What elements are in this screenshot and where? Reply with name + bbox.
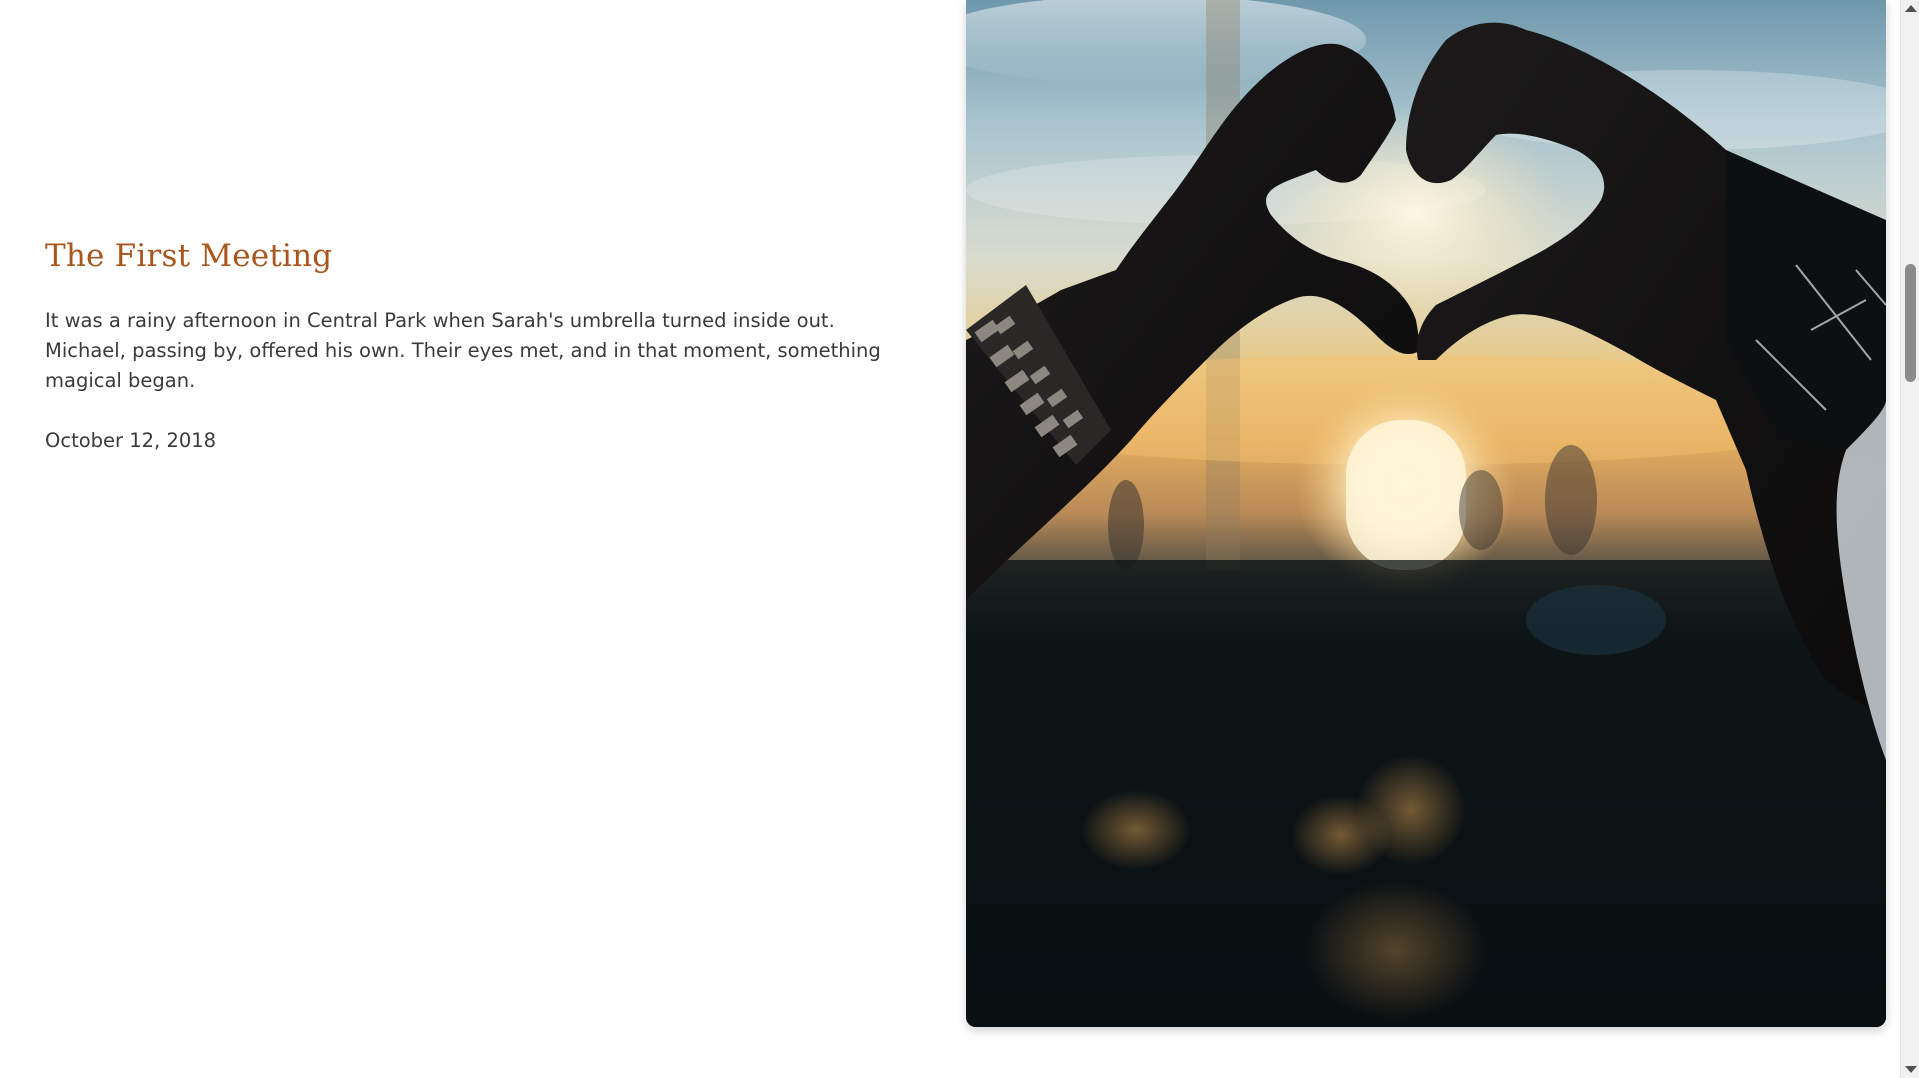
story-date: October 12, 2018 <box>45 429 217 453</box>
vertical-scrollbar[interactable] <box>1900 0 1919 1078</box>
story-text-block: The First Meeting It was a rainy afterno… <box>45 238 915 456</box>
story-photo <box>966 0 1886 1027</box>
scrollbar-thumb[interactable] <box>1905 264 1916 382</box>
heart-hands-photo <box>966 0 1886 1027</box>
page: The First Meeting It was a rainy afterno… <box>0 0 1900 1078</box>
scroll-up-arrow-icon[interactable] <box>1901 0 1919 17</box>
scroll-down-arrow-icon[interactable] <box>1901 1061 1919 1078</box>
story-body: It was a rainy afternoon in Central Park… <box>45 309 881 393</box>
story-title: The First Meeting <box>45 238 333 274</box>
